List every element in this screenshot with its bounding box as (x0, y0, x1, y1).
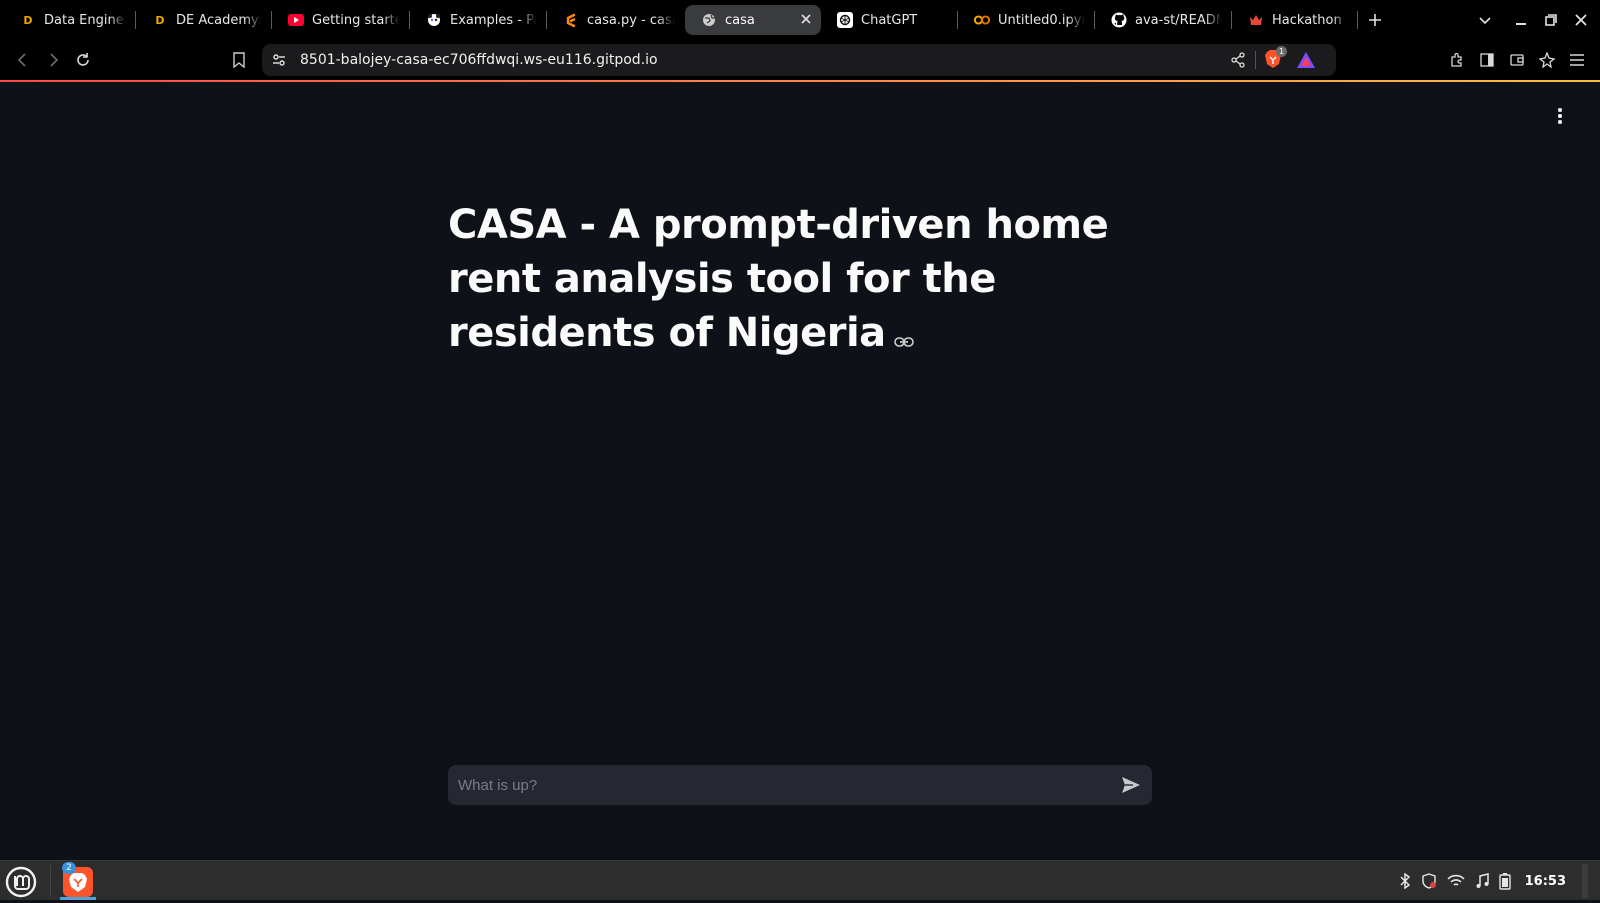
close-tab-icon[interactable] (801, 12, 811, 28)
brave-shields-button[interactable]: 1 (1264, 46, 1288, 71)
tab-2[interactable]: D DE Academy: Le (136, 5, 272, 35)
share-icon[interactable] (1230, 52, 1246, 68)
workspace-badge: 2 (62, 862, 76, 874)
chevron-down-icon (1479, 17, 1491, 25)
chatgpt-icon (837, 12, 853, 28)
bookmark-icon (233, 52, 245, 68)
clock[interactable]: 16:53 (1525, 874, 1566, 889)
shield-update-icon[interactable] (1421, 873, 1437, 889)
chat-input-container (448, 765, 1152, 805)
tab-title: casa (725, 12, 755, 28)
rewards-triangle-icon (1297, 52, 1315, 68)
hamburger-icon (1570, 54, 1584, 66)
page-title: CASA - A prompt-driven home rent analysi… (448, 198, 1148, 362)
close-window-button[interactable] (1566, 5, 1596, 35)
bluetooth-icon[interactable] (1399, 873, 1411, 889)
tab-title: Getting started (312, 12, 400, 28)
reload-icon (77, 53, 89, 66)
new-tab-button[interactable] (1360, 5, 1390, 35)
site-settings-icon[interactable] (272, 53, 286, 67)
divider (1255, 51, 1256, 69)
send-icon (1122, 777, 1140, 793)
os-taskbar: 2 16:53 (0, 860, 1600, 900)
wifi-icon[interactable] (1447, 874, 1465, 888)
back-button[interactable] (8, 45, 38, 75)
show-desktop-button[interactable] (1582, 864, 1588, 898)
crown-icon (1248, 12, 1264, 28)
shields-badge: 1 (1276, 46, 1288, 57)
divider (50, 865, 51, 897)
globe-icon (701, 12, 717, 28)
tab-5[interactable]: casa.py - casa - ( (547, 5, 685, 35)
tab-title: DE Academy: Le (176, 12, 262, 28)
dot-icon (1558, 120, 1562, 124)
dot-icon (1558, 108, 1562, 112)
streamlit-app: CASA - A prompt-driven home rent analysi… (0, 82, 1600, 860)
send-button[interactable] (1120, 774, 1142, 796)
sidebar-icon (1480, 53, 1494, 67)
battery-icon[interactable] (1498, 872, 1511, 890)
tab-7[interactable]: ChatGPT (821, 5, 958, 35)
reload-button[interactable] (68, 45, 98, 75)
page-title-text: CASA - A prompt-driven home rent analysi… (448, 202, 1109, 356)
tab-title: Data Engineer A (44, 12, 126, 28)
bookmark-button[interactable] (224, 45, 254, 75)
tab-6[interactable]: casa (685, 5, 821, 35)
tab-title: ava-st/README (1135, 12, 1222, 28)
sparkle-star-icon (1539, 52, 1555, 68)
letter-d-icon: D (155, 13, 165, 27)
address-bar[interactable]: 8501-balojey-casa-ec706ffdwqi.ws-eu116.g… (262, 44, 1336, 76)
colab-icon (974, 12, 990, 28)
tab-10[interactable]: Hackathon (1232, 5, 1358, 35)
tab-9[interactable]: ava-st/README (1095, 5, 1232, 35)
tab-title: Examples - Pan (450, 12, 537, 28)
system-tray: 16:53 (1399, 861, 1588, 901)
tab-title: casa.py - casa - ( (587, 12, 675, 28)
tab-8[interactable]: Untitled0.ipynb (958, 5, 1095, 35)
link-anchor-icon[interactable] (893, 308, 914, 362)
gitpod-icon (563, 12, 579, 28)
close-icon (1575, 14, 1587, 26)
start-menu-button[interactable] (4, 865, 38, 899)
minimize-button[interactable] (1506, 5, 1536, 35)
tab-title: Untitled0.ipynb (998, 12, 1085, 28)
tab-3[interactable]: Getting started (272, 5, 410, 35)
tab-title: ChatGPT (861, 12, 918, 28)
arrow-right-icon (50, 53, 59, 67)
wallet-button[interactable] (1502, 45, 1532, 75)
sidebar-button[interactable] (1472, 45, 1502, 75)
mint-logo-icon (5, 866, 37, 898)
restore-button[interactable] (1536, 5, 1566, 35)
music-note-icon[interactable] (1475, 873, 1489, 889)
url-text[interactable]: 8501-balojey-casa-ec706ffdwqi.ws-eu116.g… (300, 52, 658, 68)
tab-strip: D Data Engineer A D DE Academy: Le Getting s… (0, 0, 1600, 40)
plus-icon (1369, 14, 1381, 26)
panda-icon (426, 12, 442, 28)
tab-search-button[interactable] (1470, 5, 1500, 35)
taskbar-brave-app[interactable]: 2 (60, 862, 96, 900)
leo-ai-button[interactable] (1532, 45, 1562, 75)
browser-toolbar: 8501-balojey-casa-ec706ffdwqi.ws-eu116.g… (0, 40, 1600, 80)
forward-button[interactable] (38, 45, 68, 75)
puzzle-icon (1451, 52, 1462, 67)
tab-1[interactable]: D Data Engineer A (4, 5, 136, 35)
tab-4[interactable]: Examples - Pan (410, 5, 547, 35)
restore-icon (1545, 14, 1557, 26)
youtube-icon (288, 12, 304, 28)
tab-title: Hackathon (1272, 12, 1342, 28)
extensions-button[interactable] (1442, 45, 1472, 75)
arrow-left-icon (17, 53, 26, 67)
main-menu-button[interactable] (1562, 45, 1592, 75)
wallet-icon (1510, 54, 1524, 66)
minimize-icon (1516, 23, 1526, 25)
letter-d-icon: D (23, 13, 33, 27)
chat-input[interactable] (448, 765, 1088, 805)
dot-icon (1558, 114, 1562, 118)
brave-rewards-button[interactable] (1296, 51, 1316, 73)
app-menu-button[interactable] (1550, 106, 1570, 126)
github-icon (1111, 12, 1127, 28)
